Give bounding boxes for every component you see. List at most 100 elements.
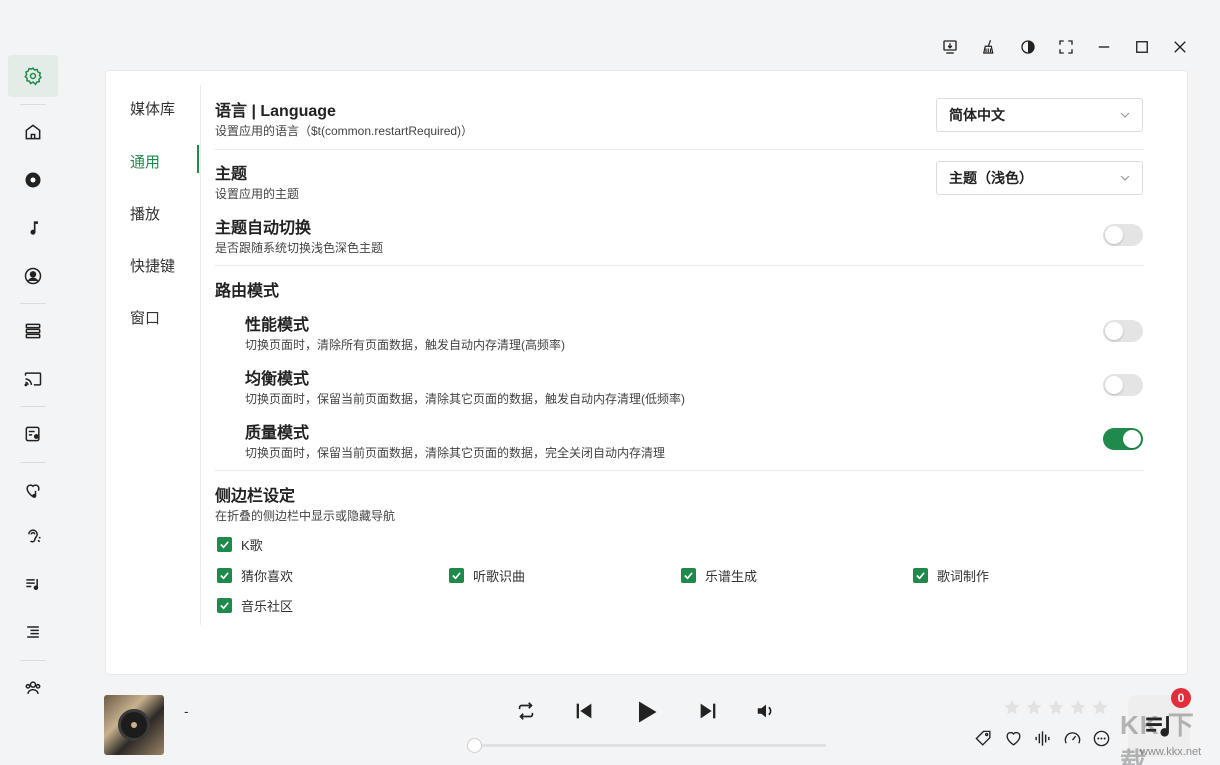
maximize-button[interactable] [1130,36,1154,58]
sidebar-item-lyrics[interactable] [8,413,58,455]
volume-icon [757,704,772,718]
disc-icon [25,172,41,188]
sidebar-item-listen[interactable] [8,515,58,557]
rating-star-2[interactable] [1025,698,1043,716]
theme-select-value: 主题（浅色） [949,170,1033,186]
theme-auto-desc: 是否跟随系统切换浅色深色主题 [215,241,384,255]
watermark-url: www.kkx.net [1140,746,1202,758]
theme-select[interactable]: 主题（浅色） [936,161,1143,195]
language-select[interactable]: 简体中文 [936,98,1143,132]
tag-button[interactable] [973,728,993,748]
maximize-icon [1136,41,1148,53]
rating-star-4[interactable] [1069,698,1087,716]
settings-nav-media-library[interactable]: 媒体库 [130,98,175,119]
theme-auto-title: 主题自动切换 [215,220,312,237]
sidebar-item-user[interactable] [8,255,58,297]
minimize-button[interactable] [1092,36,1116,58]
fullscreen-button[interactable] [1054,36,1078,58]
progress-bar[interactable] [467,738,826,753]
checkbox-music-community[interactable]: 音乐社区 [217,596,293,615]
repeat-button[interactable] [513,698,539,724]
checkbox-checked-icon [681,568,696,583]
rating-star-1[interactable] [1003,698,1021,716]
route-quality-toggle[interactable] [1103,428,1143,450]
sidebar-item-home[interactable] [8,111,58,153]
sidebar-item-heart-music[interactable] [8,469,58,511]
speedometer-icon [1064,731,1080,744]
close-button[interactable] [1168,36,1192,58]
checkbox-song-recognition[interactable]: 听歌识曲 [449,566,525,585]
queue-list-icon [27,626,39,638]
checkbox-label: 乐谱生成 [705,569,758,584]
sidebar-item-settings[interactable] [8,55,58,97]
settings-nav-shortcuts[interactable]: 快捷键 [130,255,175,276]
listen-recognize-icon [28,529,41,543]
checkbox-checked-icon [449,568,464,583]
sidebar-divider [20,660,46,661]
section-divider [215,470,1144,471]
progress-thumb[interactable] [467,738,482,753]
section-divider [215,265,1144,266]
sidebar-divider [20,303,46,304]
theme-toggle-button[interactable] [1016,36,1040,58]
album-cover[interactable] [104,695,164,755]
sidebar-item-playlist[interactable] [8,563,58,605]
community-icon [25,681,41,694]
play-button[interactable] [630,696,662,728]
nav-active-indicator [197,145,199,173]
route-option-desc: 切换页面时，保留当前页面数据，清除其它页面的数据，完全关闭自动内存清理 [245,446,666,460]
sidebar-settings-title: 侧边栏设定 [215,488,296,505]
download-tray-button[interactable] [938,36,962,58]
music-note-icon [30,221,38,235]
checkbox-checked-icon [217,598,232,613]
sidebar-item-cast[interactable] [8,358,58,400]
sidebar-item-disc[interactable] [8,159,58,201]
checkbox-lyrics-making[interactable]: 歌词制作 [913,566,989,585]
language-desc: 设置应用的语言（$t(common.restartRequired)） [215,124,474,138]
speed-button[interactable] [1062,728,1082,748]
close-icon [1174,41,1186,53]
settings-nav-window[interactable]: 窗口 [130,307,160,328]
checkbox-checked-icon [217,537,232,552]
checkbox-karaoke[interactable]: K歌 [217,535,263,554]
volume-button[interactable] [753,698,779,724]
rating-star-3[interactable] [1047,698,1065,716]
toggle-knob [1123,430,1141,448]
previous-icon [576,703,592,719]
settings-icon [24,67,42,86]
checkbox-score-generation[interactable]: 乐谱生成 [681,566,757,585]
tag-icon [974,730,991,746]
checkbox-checked-icon [217,568,232,583]
more-icon [1093,730,1109,746]
theme-auto-toggle[interactable] [1103,224,1143,246]
settings-panel: 媒体库 通用 播放 快捷键 窗口 语言 | Language 设置应用的语言（$… [105,70,1188,675]
audio-effects-button[interactable] [1032,728,1052,748]
theme-desc: 设置应用的主题 [215,187,300,201]
checkbox-guess-you-like[interactable]: 猜你喜欢 [217,566,293,585]
like-button[interactable] [1003,728,1023,748]
sidebar-item-community[interactable] [8,667,58,709]
next-button[interactable] [695,698,721,724]
sidebar-divider [20,104,46,105]
route-balanced-toggle[interactable] [1103,374,1143,396]
theme-contrast-icon [1021,40,1035,54]
clean-button[interactable] [977,36,1001,58]
sidebar-item-queue[interactable] [8,611,58,653]
more-button[interactable] [1091,728,1111,748]
song-title: - [184,703,189,719]
settings-nav-playback[interactable]: 播放 [130,203,160,224]
route-performance-toggle[interactable] [1103,320,1143,342]
rating-star-5[interactable] [1091,698,1109,716]
play-icon [639,701,657,723]
theme-title: 主题 [215,166,248,183]
sidebar-item-library[interactable] [8,310,58,352]
checkbox-label: 听歌识曲 [473,569,526,584]
settings-nav-general[interactable]: 通用 [130,151,160,172]
previous-button[interactable] [571,698,597,724]
minimize-icon [1098,46,1110,48]
repeat-icon [518,702,534,720]
playlist-icon [26,579,39,590]
sidebar-item-music[interactable] [8,207,58,249]
sidebar-settings-desc: 在折叠的侧边栏中显示或隐藏导航 [215,509,396,523]
route-option-title: 均衡模式 [245,371,310,388]
